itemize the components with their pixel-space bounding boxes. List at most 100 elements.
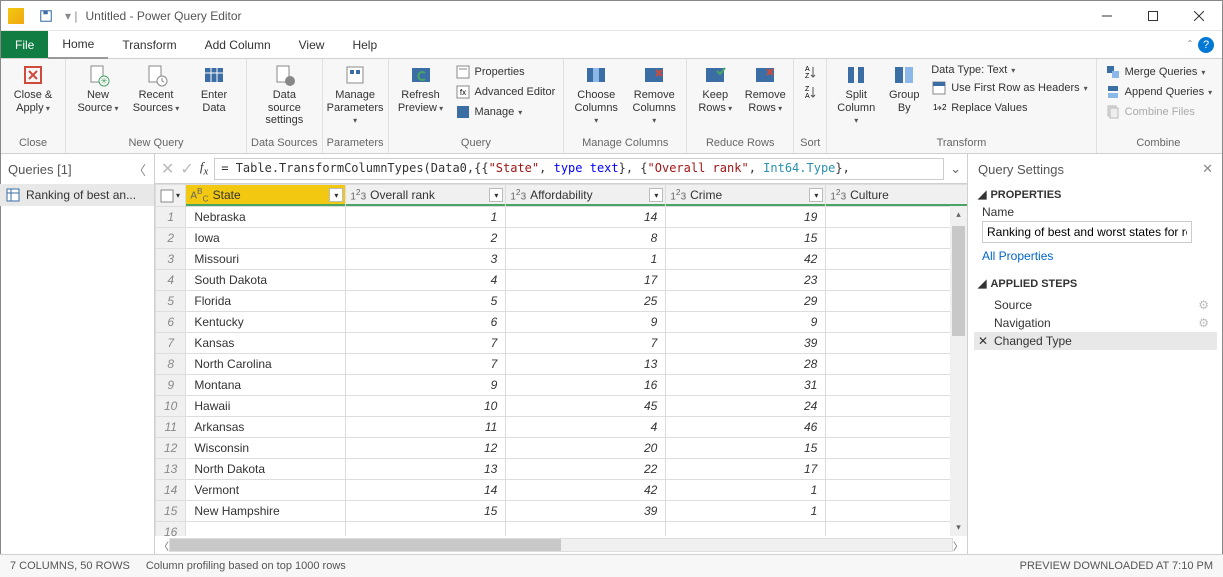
home-tab[interactable]: Home — [48, 31, 108, 59]
svg-text:A: A — [805, 66, 810, 73]
split-column-button[interactable]: Split Column — [831, 61, 881, 129]
column-affordability[interactable]: 123Affordability▾ — [506, 185, 666, 207]
app-icon — [1, 8, 31, 24]
replace-values-button[interactable]: 12Replace Values — [929, 99, 1089, 117]
group-by-button[interactable]: Group By — [883, 61, 925, 116]
recent-sources-button[interactable]: Recent Sources — [128, 61, 184, 116]
append-queries-button[interactable]: Append Queries — [1103, 83, 1215, 101]
table-row[interactable]: 12Wisconsin122015 — [156, 438, 968, 459]
delete-step-icon[interactable]: ✕ — [978, 334, 988, 348]
applied-steps-section[interactable]: ◢APPLIED STEPS — [968, 273, 1223, 294]
step-navigation[interactable]: Navigation⚙ — [974, 314, 1217, 332]
vertical-scrollbar[interactable]: ▴▾ — [950, 206, 967, 536]
table-row[interactable]: 6Kentucky699 — [156, 312, 968, 333]
filter-icon[interactable]: ▾ — [329, 188, 343, 202]
close-button[interactable] — [1176, 1, 1222, 31]
ribbon-collapse-icon[interactable]: ˆ — [1188, 38, 1192, 52]
step-changed-type[interactable]: ✕Changed Type — [974, 332, 1217, 350]
table-row[interactable]: 14Vermont14421 — [156, 480, 968, 501]
manage-button[interactable]: Manage — [453, 103, 558, 121]
column-crime[interactable]: 123Crime▾ — [666, 185, 826, 207]
column-state[interactable]: ABCState▾ — [186, 185, 346, 207]
table-row[interactable]: 13North Dakota132217 — [156, 459, 968, 480]
minimize-button[interactable] — [1084, 1, 1130, 31]
close-group-label: Close — [19, 135, 47, 151]
reduce-rows-label: Reduce Rows — [706, 135, 774, 151]
new-query-label: New Query — [128, 135, 183, 151]
table-icon[interactable] — [160, 189, 174, 203]
data-type-button[interactable]: Data Type: Text — [929, 63, 1089, 77]
collapse-queries-icon[interactable]: 〈 — [133, 160, 146, 179]
first-row-headers-button[interactable]: Use First Row as Headers — [929, 79, 1089, 97]
fx-icon[interactable]: fx — [200, 159, 208, 178]
add-column-tab[interactable]: Add Column — [191, 31, 285, 58]
sort-desc-button[interactable]: ZA — [800, 83, 820, 101]
table-row[interactable]: 16 — [156, 522, 968, 537]
formula-input[interactable]: = Table.TransformColumnTypes(Data0,{{"St… — [214, 158, 944, 180]
transform-label: Transform — [937, 135, 987, 151]
all-properties-link[interactable]: All Properties — [968, 247, 1223, 265]
name-label: Name — [968, 205, 1223, 219]
file-tab[interactable]: File — [1, 31, 48, 58]
view-tab[interactable]: View — [285, 31, 339, 58]
filter-icon[interactable]: ▾ — [649, 188, 663, 202]
accept-formula-icon[interactable]: ✓ — [180, 159, 193, 179]
queries-header: Queries [1] 〈 — [0, 154, 154, 184]
table-row[interactable]: 5Florida52529 — [156, 291, 968, 312]
cancel-formula-icon[interactable]: ✕ — [161, 159, 174, 179]
sort-label: Sort — [800, 135, 820, 151]
advanced-editor-button[interactable]: fxAdvanced Editor — [453, 83, 558, 101]
table-row[interactable]: 10Hawaii104524 — [156, 396, 968, 417]
manage-parameters-button[interactable]: Manage Parameters — [327, 61, 383, 129]
status-preview-time: PREVIEW DOWNLOADED AT 7:10 PM — [1020, 560, 1213, 572]
query-name-input[interactable] — [982, 221, 1192, 243]
close-settings-icon[interactable]: ✕ — [1202, 161, 1213, 177]
maximize-button[interactable] — [1130, 1, 1176, 31]
properties-button[interactable]: Properties — [453, 63, 558, 81]
table-row[interactable]: 7Kansas7739 — [156, 333, 968, 354]
column-culture[interactable]: 123Culture — [826, 185, 967, 207]
enter-data-button[interactable]: Enter Data — [186, 61, 242, 116]
remove-columns-button[interactable]: Remove Columns — [626, 61, 682, 129]
horizontal-scrollbar[interactable]: 〈 〉 — [155, 536, 967, 554]
save-button[interactable] — [31, 9, 61, 23]
filter-icon[interactable]: ▾ — [809, 188, 823, 202]
choose-columns-button[interactable]: Choose Columns — [568, 61, 624, 129]
table-row[interactable]: 9Montana91631 — [156, 375, 968, 396]
sort-asc-button[interactable]: AZ — [800, 63, 820, 81]
table-row[interactable]: 2Iowa2815 — [156, 228, 968, 249]
status-bar: 7 COLUMNS, 50 ROWS Column profiling base… — [0, 554, 1223, 577]
keep-rows-button[interactable]: Keep Rows — [691, 61, 739, 116]
center-pane: ✕ ✓ fx = Table.TransformColumnTypes(Data… — [155, 154, 968, 554]
ribbon: Close & Apply Close ✳New Source Recent S… — [1, 59, 1222, 154]
new-source-button[interactable]: ✳New Source — [70, 61, 126, 116]
properties-section[interactable]: ◢PROPERTIES — [968, 184, 1223, 205]
window-title: Untitled - Power Query Editor — [81, 9, 245, 23]
remove-rows-button[interactable]: Remove Rows — [741, 61, 789, 116]
step-source[interactable]: Source⚙ — [974, 296, 1217, 314]
svg-text:fx: fx — [459, 88, 465, 97]
table-row[interactable]: 4South Dakota41723 — [156, 270, 968, 291]
query-settings-pane: Query Settings ✕ ◢PROPERTIES Name All Pr… — [968, 154, 1223, 554]
manage-columns-label: Manage Columns — [582, 135, 668, 151]
close-apply-button[interactable]: Close & Apply — [5, 61, 61, 116]
table-row[interactable]: 15New Hampshire15391 — [156, 501, 968, 522]
gear-icon[interactable]: ⚙ — [1198, 298, 1209, 312]
query-item[interactable]: Ranking of best an... — [0, 184, 154, 206]
data-source-settings-button[interactable]: Data source settings — [256, 61, 312, 129]
refresh-preview-button[interactable]: Refresh Preview — [393, 61, 449, 116]
gear-icon[interactable]: ⚙ — [1198, 316, 1209, 330]
table-row[interactable]: 1Nebraska11419 — [156, 207, 968, 228]
table-row[interactable]: 3Missouri3142 — [156, 249, 968, 270]
column-overall-rank[interactable]: 123Overall rank▾ — [346, 185, 506, 207]
merge-queries-button[interactable]: Merge Queries — [1103, 63, 1215, 81]
transform-tab[interactable]: Transform — [108, 31, 190, 58]
table-row[interactable]: 8North Carolina71328 — [156, 354, 968, 375]
svg-text:Z: Z — [805, 73, 810, 80]
formula-expand-icon[interactable]: ⌄ — [950, 161, 961, 177]
help-icon[interactable]: ? — [1198, 37, 1214, 53]
table-row[interactable]: 11Arkansas11446 — [156, 417, 968, 438]
filter-icon[interactable]: ▾ — [489, 188, 503, 202]
help-tab[interactable]: Help — [338, 31, 391, 58]
queries-pane: Queries [1] 〈 Ranking of best an... — [0, 154, 155, 554]
